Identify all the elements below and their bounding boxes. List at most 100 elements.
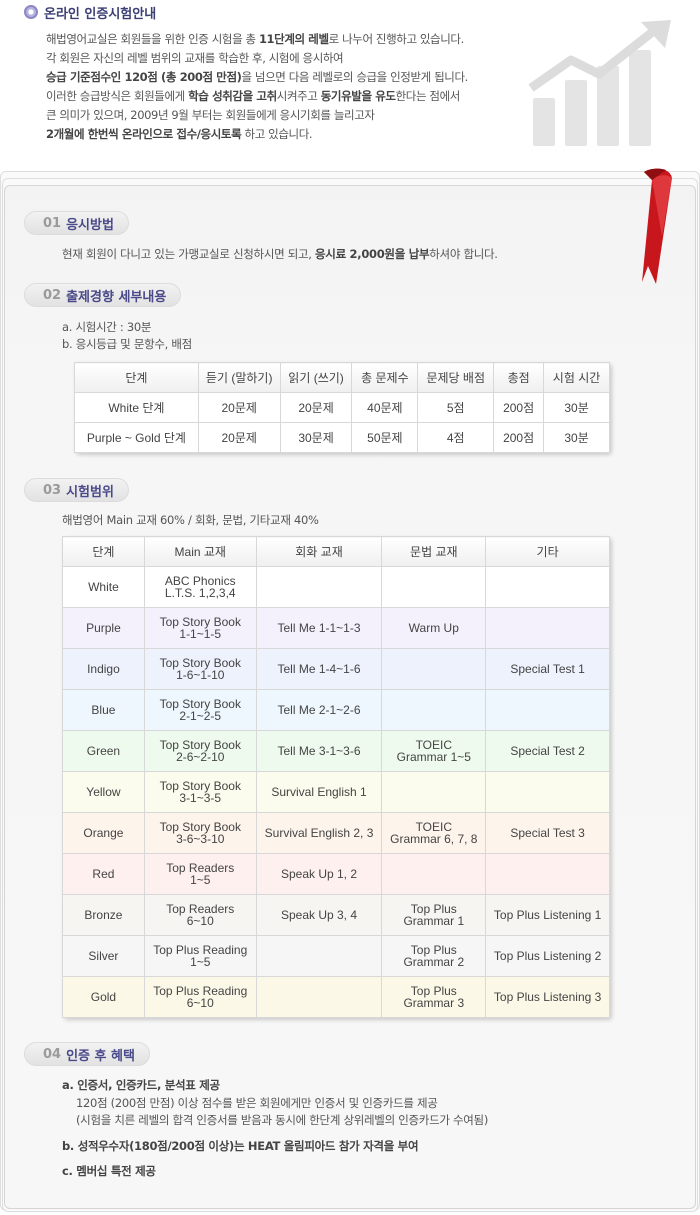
bookmark-ribbon-icon <box>642 168 672 284</box>
table-header-cell: 회화 교재 <box>255 536 383 567</box>
table-cell: Top Story Book 3-6~3-10 <box>143 812 257 854</box>
table-cell: Special Test 2 <box>485 730 610 772</box>
table-header-cell: 기타 <box>485 536 610 567</box>
section-number: 03 <box>43 482 62 498</box>
benefit-b: b. 성적우수자(180점/200점 이상)는 HEAT 올림피아드 참가 자격… <box>62 1139 419 1154</box>
table-cell <box>255 566 383 608</box>
table-cell: Top Story Book 1-1~1-5 <box>143 607 257 649</box>
table-cell <box>381 566 487 608</box>
table-cell: TOEIC Grammar 6, 7, 8 <box>381 812 487 854</box>
intro-line: 이러한 승급방식은 회원들에게 학습 성취감을 고취시켜주고 동기유발을 유도한… <box>46 87 516 106</box>
intro-line: 각 회원은 자신의 레벨 범위의 교재를 학습한 후, 시험에 응시하여 <box>46 49 516 68</box>
exam-grade-table: 단계 듣기 (말하기) 읽기 (쓰기) 총 문제수 문제당 배점 총점 시험 시간 Whit… <box>74 362 610 453</box>
table-cell <box>485 853 610 895</box>
bullet-circle-icon <box>24 5 38 19</box>
table-cell: 30분 <box>543 422 610 453</box>
table-cell: Survival English 2, 3 <box>255 812 383 854</box>
intro-title: 온라인 인증시험안내 <box>24 2 156 22</box>
section-number: 04 <box>43 1046 62 1062</box>
benefit-a-line2: (시험을 치른 레벨의 합격 인증서를 받음과 동시에 한단계 상위레벨의 인증… <box>76 1113 489 1127</box>
benefit-c-text: c. 멤버십 특전 제공 <box>62 1164 156 1178</box>
table-cell: Tell Me 3-1~3-6 <box>255 730 383 772</box>
table-cell: 30분 <box>543 392 610 423</box>
section-number: 02 <box>43 287 62 303</box>
table-cell: 4점 <box>417 422 495 453</box>
table-header-cell: 단계 <box>62 536 145 567</box>
table-cell <box>381 689 487 731</box>
text-segment: 2개월에 한번씩 온라인으로 접수/응시토록 <box>46 127 242 141</box>
table-cell: Top Readers 1~5 <box>143 853 257 895</box>
benefit-a-title: a. 인증서, 인증카드, 분석표 제공 <box>62 1078 220 1093</box>
section-title: 인증 후 혜택 <box>66 1048 135 1064</box>
table-cell: Top Plus Grammar 2 <box>381 935 487 977</box>
table-cell: Silver <box>62 935 145 977</box>
table-header-cell: 총 문제수 <box>351 362 419 393</box>
table-cell: Speak Up 1, 2 <box>255 853 383 895</box>
section-header-exam-details: 02 출제경향 세부내용 <box>24 283 182 307</box>
table-row: Purple ~ Gold 단계 20문제 30문제 50문제 4점 200점 30분 <box>74 422 610 453</box>
table-cell: Tell Me 1-4~1-6 <box>255 648 383 690</box>
table-cell: Top Plus Grammar 3 <box>381 976 487 1018</box>
table-cell: 40문제 <box>351 392 419 423</box>
table-cell: Warm Up <box>381 607 487 649</box>
intro-line: 2개월에 한번씩 온라인으로 접수/응시토록 하고 있습니다. <box>46 125 516 144</box>
table-cell: White <box>62 566 145 608</box>
text-segment: 각 회원은 자신의 레벨 범위의 교재를 학습한 후, 시험에 응시하여 <box>46 51 344 65</box>
table-header-cell: 총점 <box>493 362 545 393</box>
table-header-cell: 단계 <box>74 362 199 393</box>
text-segment: 동기유발을 유도 <box>320 89 396 103</box>
intro-title-text: 온라인 인증시험안내 <box>44 6 157 22</box>
table-cell: Red <box>62 853 145 895</box>
table-cell: Blue <box>62 689 145 731</box>
text-segment: 승급 기준점수인 120점 (총 200점 만점) <box>46 70 242 84</box>
benefit-c: c. 멤버십 특전 제공 <box>62 1164 156 1179</box>
table-cell: Special Test 3 <box>485 812 610 854</box>
table-cell: 20문제 <box>197 392 281 423</box>
table-header-cell: 읽기 (쓰기) <box>279 362 353 393</box>
intro-description: 해법영어교실은 회원들을 위한 인증 시험을 총 11단계의 레벨로 나누어 진… <box>46 30 516 144</box>
exam-scope-text: 해법영어 Main 교재 60% / 회화, 문법, 기타교재 40% <box>62 513 319 527</box>
table-row: Green Top Story Book 2-6~2-10 Tell Me 3-1~3… <box>62 730 610 772</box>
text-segment: 을 넘으면 다음 레벨로의 승급을 인정받게 됩니다. <box>241 70 469 84</box>
exam-grade-text: b. 응시등급 및 문항수, 배점 <box>62 337 192 351</box>
table-header-cell: 문법 교재 <box>381 536 487 567</box>
table-header-row: 단계 Main 교재 회화 교재 문법 교재 기타 <box>62 536 610 567</box>
text-segment: 응시료 2,000원을 납부 <box>315 247 430 261</box>
table-cell: Special Test 1 <box>485 648 610 690</box>
benefit-b-text: b. 성적우수자(180점/200점 이상)는 HEAT 올림피아드 참가 자격… <box>62 1139 419 1153</box>
table-cell: Purple ~ Gold 단계 <box>74 422 199 453</box>
table-cell: 5점 <box>417 392 495 423</box>
table-cell: Green <box>62 730 145 772</box>
section-header-exam-scope: 03 시험범위 <box>24 478 129 502</box>
table-cell <box>485 771 610 813</box>
table-row: White ABC Phonics L.T.S. 1,2,3,4 <box>62 566 610 608</box>
section-number: 01 <box>43 215 62 231</box>
table-cell: TOEIC Grammar 1~5 <box>381 730 487 772</box>
table-cell: Top Story Book 3-1~3-5 <box>143 771 257 813</box>
table-row: Purple Top Story Book 1-1~1-5 Tell Me 1-1~1… <box>62 607 610 649</box>
text-segment: 로 나누어 진행하고 있습니다. <box>328 32 465 46</box>
table-header-row: 단계 듣기 (말하기) 읽기 (쓰기) 총 문제수 문제당 배점 총점 시험 시간 <box>74 362 610 393</box>
table-row: Bronze Top Readers 6~10 Speak Up 3, 4 Top Pl… <box>62 894 610 936</box>
table-cell: Yellow <box>62 771 145 813</box>
table-cell <box>485 607 610 649</box>
table-cell: 200점 <box>493 392 545 423</box>
table-row: Silver Top Plus Reading 1~5 Top Plus Grammar… <box>62 935 610 977</box>
table-cell: 200점 <box>493 422 545 453</box>
intro-line: 해법영어교실은 회원들을 위한 인증 시험을 총 11단계의 레벨로 나누어 진… <box>46 30 516 49</box>
table-cell: Top Readers 6~10 <box>143 894 257 936</box>
apply-method-text: 현재 회원이 다니고 있는 가맹교실로 신청하시면 되고, 응시료 2,000원… <box>62 246 498 262</box>
growth-chart-icon <box>528 20 671 146</box>
table-header-cell: Main 교재 <box>143 536 257 567</box>
table-cell: Top Story Book 2-1~2-5 <box>143 689 257 731</box>
table-cell: Gold <box>62 976 145 1018</box>
table-cell: 50문제 <box>351 422 419 453</box>
exam-scope-table: 단계 Main 교재 회화 교재 문법 교재 기타 White ABC Phonics L.… <box>62 536 610 1018</box>
text-segment: 11단계의 레벨 <box>258 32 329 46</box>
table-cell: Top Plus Listening 3 <box>485 976 610 1018</box>
table-cell: Orange <box>62 812 145 854</box>
intro-line: 승급 기준점수인 120점 (총 200점 만점)을 넘으면 다음 레벨로의 승… <box>46 68 516 87</box>
table-cell: Bronze <box>62 894 145 936</box>
text-segment: 하셔야 합니다. <box>429 247 498 261</box>
table-header-cell: 문제당 배점 <box>417 362 495 393</box>
